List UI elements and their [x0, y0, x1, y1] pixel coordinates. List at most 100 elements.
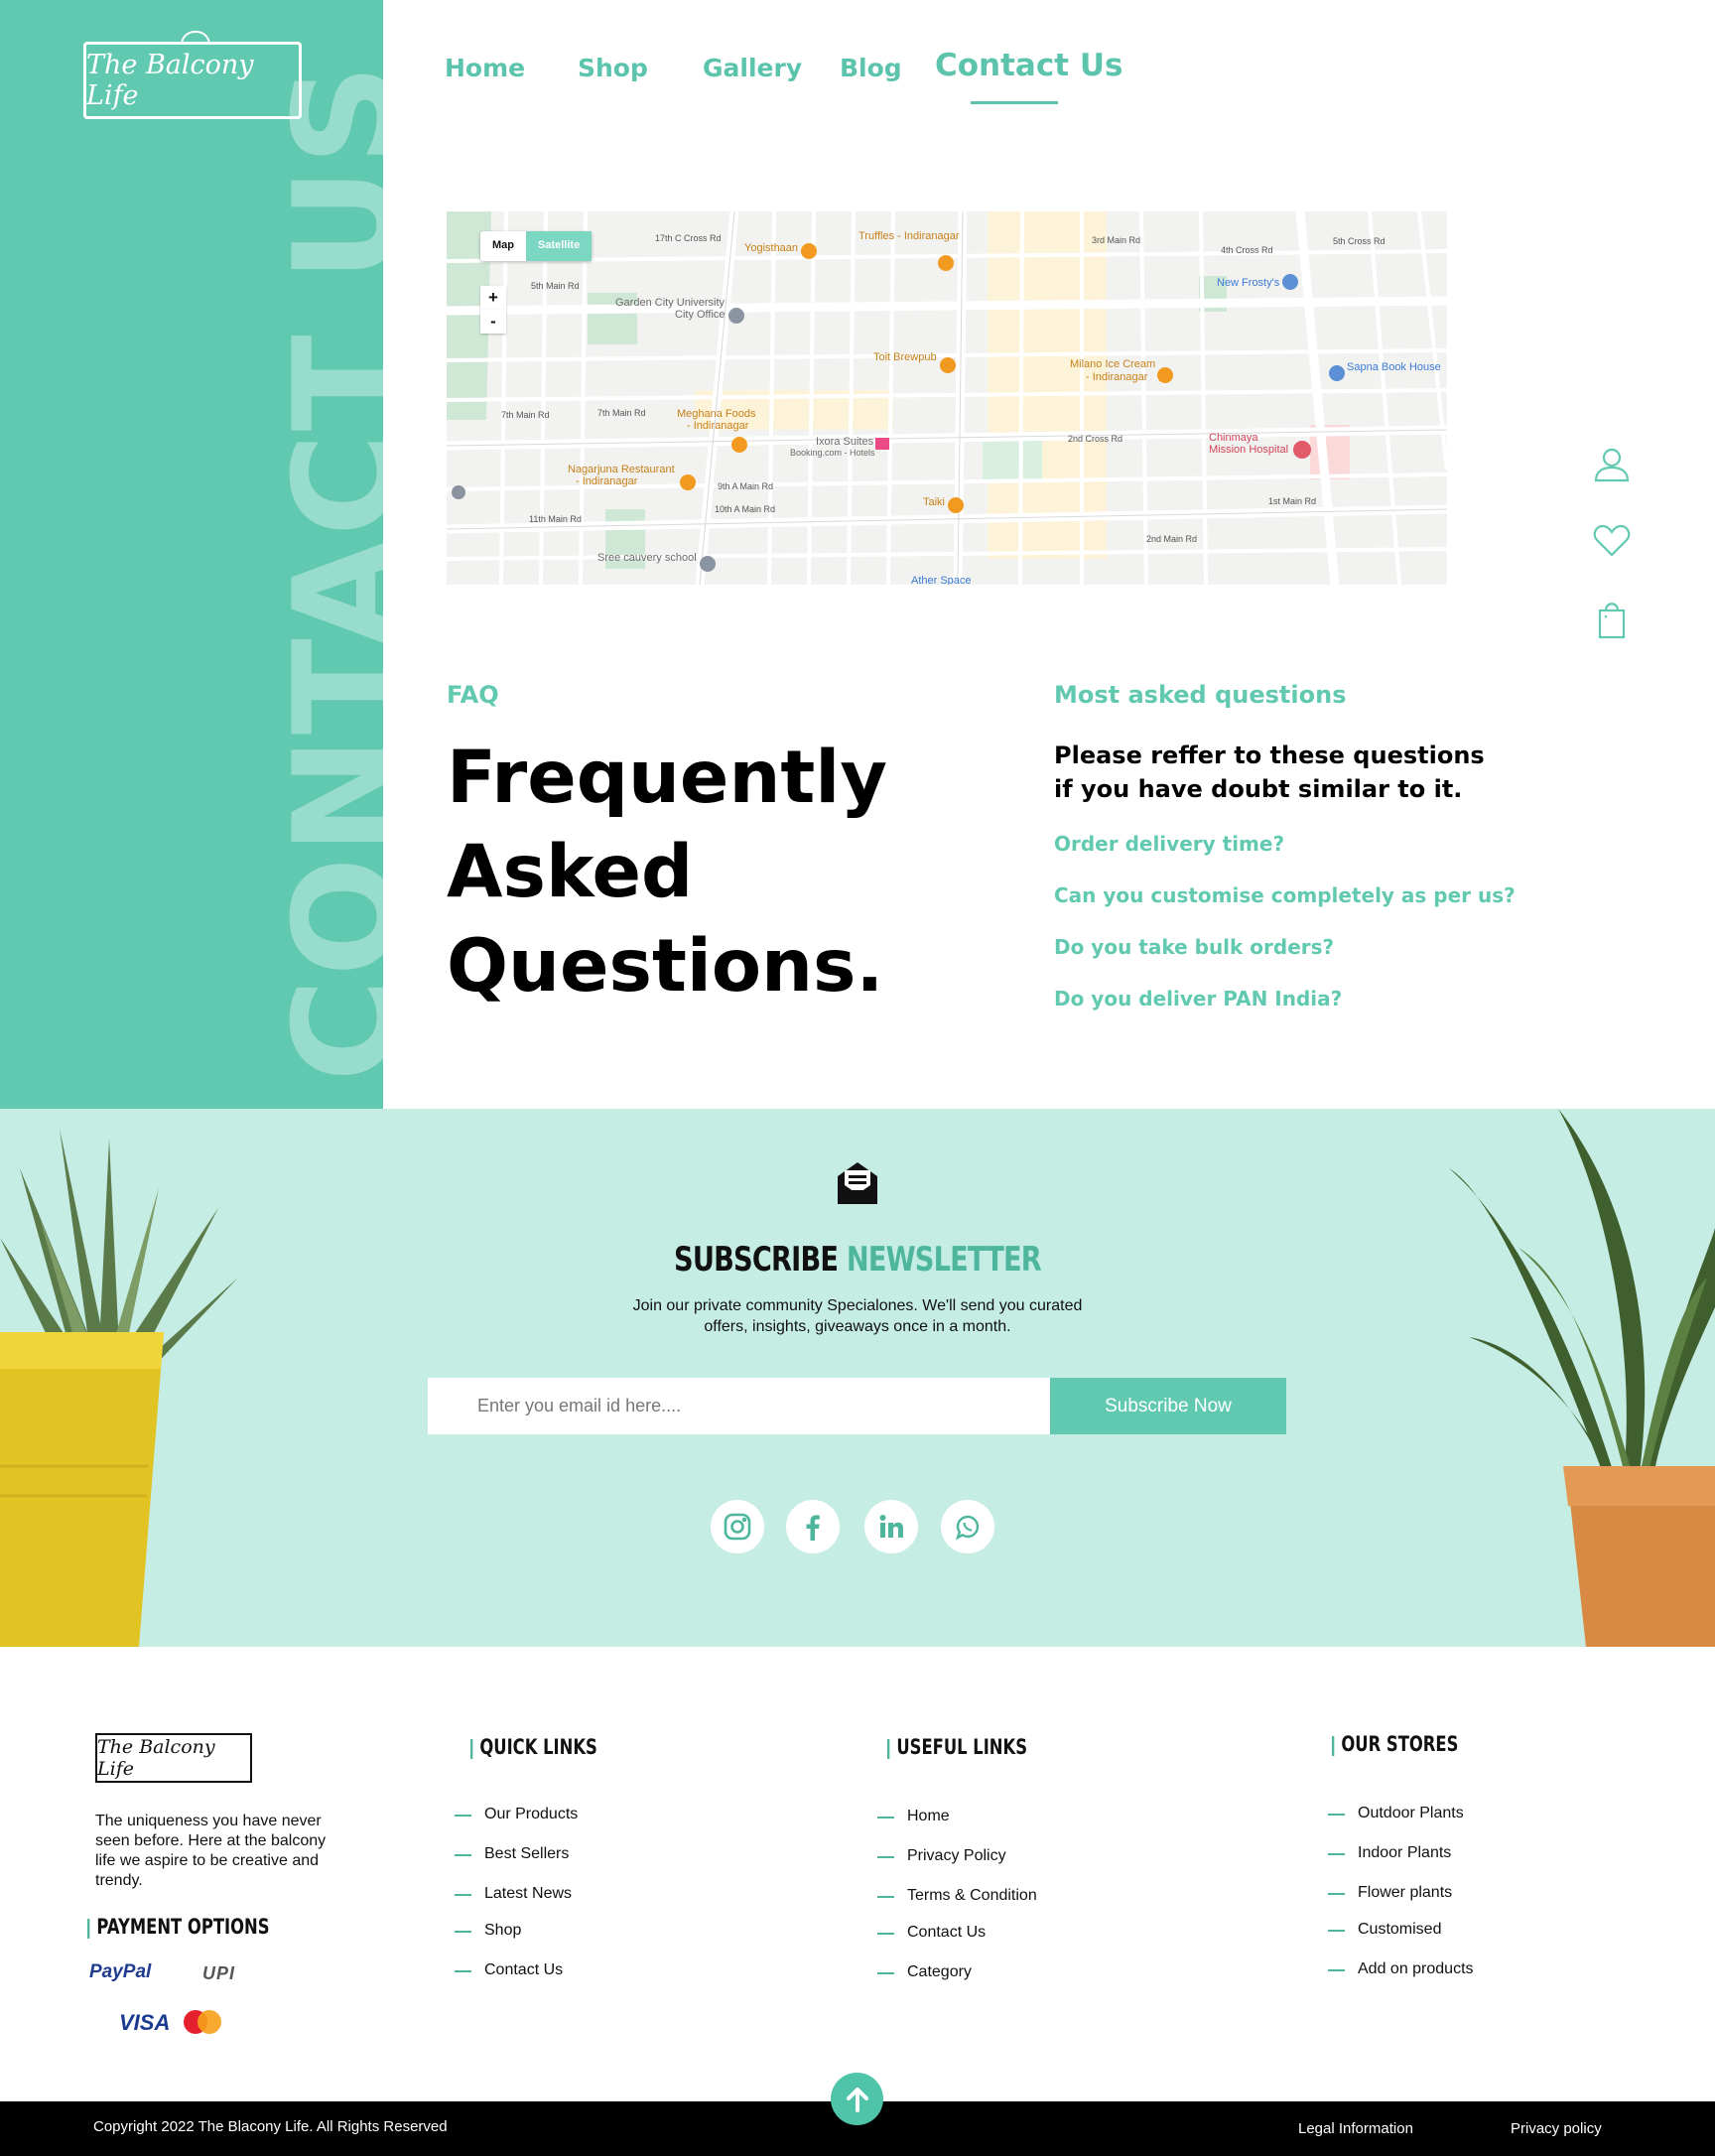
svg-text:2nd Main Rd: 2nd Main Rd — [1146, 534, 1197, 544]
map-type-toggle: Map Satellite — [480, 231, 593, 261]
useful-link[interactable]: Category — [877, 1963, 972, 1981]
svg-text:Meghana Foods: Meghana Foods — [677, 408, 756, 420]
copyright-text: Copyright 2022 The Blacony Life. All Rig… — [93, 2118, 448, 2135]
quick-link[interactable]: Latest News — [455, 1885, 572, 1903]
satellite-view-button[interactable]: Satellite — [526, 231, 593, 261]
footer-about-text: The uniqueness you have never seen befor… — [95, 1813, 327, 1889]
svg-text:Sree cauvery school: Sree cauvery school — [597, 552, 697, 564]
newsletter-description: Join our private community Specialones. … — [632, 1297, 1083, 1335]
svg-text:Toit Brewpub: Toit Brewpub — [873, 351, 937, 363]
shopping-bag-icon[interactable] — [1592, 600, 1632, 639]
arrow-up-icon — [846, 2087, 868, 2112]
payment-options-heading: PAYMENT OPTIONS — [87, 1915, 270, 1939]
svg-text:Ather Space: Ather Space — [911, 575, 972, 585]
svg-text:Chinmaya: Chinmaya — [1209, 432, 1258, 444]
svg-text:9th A Main Rd: 9th A Main Rd — [718, 481, 773, 491]
svg-text:2nd Cross Rd: 2nd Cross Rd — [1068, 434, 1122, 444]
quick-link[interactable]: Contact Us — [455, 1961, 563, 1979]
question-link[interactable]: Do you take bulk orders? — [1054, 935, 1334, 959]
svg-text:Garden City University: Garden City University — [615, 297, 726, 309]
store-link[interactable]: Indoor Plants — [1328, 1844, 1451, 1862]
vertical-page-title: CONTACT US — [264, 62, 383, 1082]
our-stores-heading: OUR STORES — [1332, 1732, 1458, 1756]
scroll-to-top-button[interactable] — [831, 2073, 883, 2125]
svg-text:7th Main Rd: 7th Main Rd — [501, 410, 550, 420]
store-link[interactable]: Flower plants — [1328, 1884, 1452, 1902]
svg-text:4th Cross Rd: 4th Cross Rd — [1221, 245, 1273, 255]
svg-text:5th Cross Rd: 5th Cross Rd — [1333, 236, 1385, 246]
svg-text:New Frosty's: New Frosty's — [1217, 277, 1280, 289]
svg-text:3rd Main Rd: 3rd Main Rd — [1092, 235, 1140, 245]
heart-icon[interactable] — [1592, 521, 1632, 561]
newsletter-heading-dark: SUBSCRIBE — [674, 1240, 839, 1280]
nav-active-underline — [971, 101, 1058, 104]
store-link[interactable]: Customised — [1328, 1921, 1441, 1939]
useful-link[interactable]: Terms & Condition — [877, 1887, 1037, 1905]
quick-link[interactable]: Shop — [455, 1922, 521, 1940]
most-asked-tag: Most asked questions — [1054, 681, 1347, 709]
svg-text:Taiki: Taiki — [923, 496, 945, 508]
location-map[interactable]: Yogisthaan Truffles - Indiranagar Toit B… — [447, 211, 1447, 585]
svg-text:10th A Main Rd: 10th A Main Rd — [715, 504, 775, 514]
map-canvas: Yogisthaan Truffles - Indiranagar Toit B… — [447, 211, 1447, 585]
email-input[interactable] — [428, 1378, 1050, 1434]
plant-left-image — [0, 1129, 238, 1647]
visa-logo: VISA — [119, 2010, 171, 2035]
svg-text:7th Main Rd: 7th Main Rd — [597, 408, 646, 418]
nav-blog[interactable]: Blog — [840, 54, 902, 82]
svg-text:Milano Ice Cream: Milano Ice Cream — [1070, 358, 1155, 370]
svg-text:Truffles - Indiranagar: Truffles - Indiranagar — [858, 230, 960, 242]
whatsapp-icon[interactable] — [941, 1500, 994, 1553]
svg-text:City Office: City Office — [675, 309, 726, 321]
newsletter-section: SUBSCRIBE NEWSLETTER Join our private co… — [0, 1109, 1715, 1647]
subscribe-button[interactable]: Subscribe Now — [1050, 1378, 1286, 1434]
logo-ornament — [181, 31, 210, 45]
svg-text:- Indiranagar: - Indiranagar — [576, 475, 638, 487]
svg-text:Ixora Suites: Ixora Suites — [816, 436, 874, 448]
mastercard-logo — [179, 2009, 226, 2035]
useful-link[interactable]: Home — [877, 1808, 950, 1825]
envelope-icon — [834, 1158, 881, 1208]
faq-tag: FAQ — [447, 681, 499, 709]
useful-link[interactable]: Contact Us — [877, 1924, 986, 1942]
store-link[interactable]: Add on products — [1328, 1960, 1474, 1978]
svg-text:5th Main Rd: 5th Main Rd — [531, 281, 580, 291]
linkedin-icon[interactable] — [864, 1500, 918, 1553]
svg-text:Mission Hospital: Mission Hospital — [1209, 444, 1288, 456]
faq-heading-line: Questions. — [447, 924, 884, 1009]
most-asked-intro: Please reffer to these questions if you … — [1054, 741, 1485, 803]
nav-home[interactable]: Home — [445, 54, 525, 82]
svg-text:Sapna Book House: Sapna Book House — [1347, 361, 1441, 373]
facebook-icon[interactable] — [786, 1500, 840, 1553]
nav-gallery[interactable]: Gallery — [703, 54, 802, 82]
faq-heading-line: Asked — [447, 830, 694, 914]
svg-text:11th Main Rd: 11th Main Rd — [529, 514, 582, 524]
newsletter-heading: SUBSCRIBE NEWSLETTER — [172, 1240, 1543, 1280]
privacy-policy-link[interactable]: Privacy policy — [1511, 2120, 1602, 2137]
zoom-in-button[interactable]: + — [480, 286, 506, 310]
nav-shop[interactable]: Shop — [578, 54, 648, 82]
question-link[interactable]: Do you deliver PAN India? — [1054, 987, 1342, 1011]
quick-link[interactable]: Our Products — [455, 1806, 578, 1823]
footer-logo[interactable]: The Balcony Life — [95, 1733, 252, 1783]
sidebar-panel: The Balcony Life CONTACT US — [0, 0, 383, 1109]
newsletter-heading-accent: NEWSLETTER — [846, 1240, 1042, 1280]
user-icon[interactable] — [1592, 445, 1632, 484]
question-link[interactable]: Can you customise completely as per us? — [1054, 883, 1516, 907]
faq-heading: Frequently Asked Questions. — [447, 731, 1002, 1013]
legal-information-link[interactable]: Legal Information — [1298, 2120, 1413, 2137]
paypal-logo: PayPal — [89, 1961, 152, 1982]
map-view-button[interactable]: Map — [480, 231, 526, 261]
nav-contact-us[interactable]: Contact Us — [935, 48, 1122, 83]
instagram-icon[interactable] — [711, 1500, 764, 1553]
quick-links-heading: QUICK LINKS — [470, 1735, 597, 1759]
svg-text:- Indiranagar: - Indiranagar — [687, 420, 749, 432]
svg-text:17th C Cross Rd: 17th C Cross Rd — [655, 233, 722, 243]
useful-link[interactable]: Privacy Policy — [877, 1847, 1006, 1865]
svg-text:- Indiranagar: - Indiranagar — [1086, 371, 1148, 383]
svg-text:Booking.com - Hotels: Booking.com - Hotels — [790, 448, 875, 458]
question-link[interactable]: Order delivery time? — [1054, 832, 1284, 856]
quick-link[interactable]: Best Sellers — [455, 1845, 569, 1863]
zoom-out-button[interactable]: - — [480, 310, 506, 334]
store-link[interactable]: Outdoor Plants — [1328, 1805, 1464, 1822]
